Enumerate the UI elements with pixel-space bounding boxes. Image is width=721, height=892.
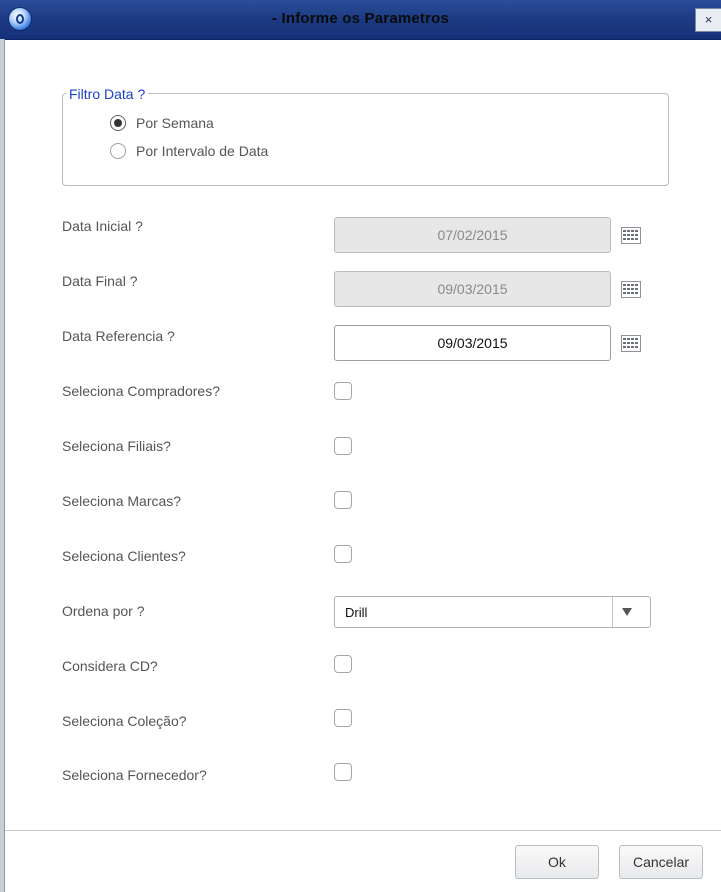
ok-button[interactable]: Ok	[515, 845, 599, 879]
calendar-icon[interactable]	[621, 281, 641, 298]
label-data-inicial: Data Inicial ?	[62, 218, 143, 234]
filter-date-legend: Filtro Data ?	[66, 86, 149, 102]
label-data-referencia: Data Referencia ?	[62, 328, 175, 344]
checkbox-seleciona-colecao[interactable]	[334, 709, 352, 727]
cancel-button[interactable]: Cancelar	[619, 845, 703, 879]
radio-por-semana[interactable]: Por Semana	[110, 113, 214, 133]
checkbox-seleciona-compradores[interactable]	[334, 382, 352, 400]
ordena-por-value: Drill	[345, 605, 368, 620]
label-ordena-por: Ordena por ?	[62, 603, 145, 619]
checkbox-seleciona-fornecedor[interactable]	[334, 763, 352, 781]
radio-label-por-intervalo: Por Intervalo de Data	[136, 143, 269, 159]
data-referencia-input[interactable]: 09/03/2015	[334, 325, 611, 361]
checkbox-seleciona-marcas[interactable]	[334, 491, 352, 509]
data-final-input[interactable]: 09/03/2015	[334, 271, 611, 307]
radio-label-por-semana: Por Semana	[136, 115, 214, 131]
radio-por-intervalo[interactable]: Por Intervalo de Data	[110, 141, 268, 161]
label-seleciona-colecao: Seleciona Coleção?	[62, 713, 187, 729]
label-seleciona-filiais: Seleciona Filiais?	[62, 438, 171, 454]
checkbox-considera-cd[interactable]	[334, 655, 352, 673]
calendar-icon[interactable]	[621, 335, 641, 352]
parameters-dialog: - Informe os Parametros × Filtro Data ? …	[0, 0, 721, 892]
checkbox-seleciona-filiais[interactable]	[334, 437, 352, 455]
label-data-final: Data Final ?	[62, 273, 138, 289]
label-seleciona-marcas: Seleciona Marcas?	[62, 493, 182, 509]
label-considera-cd: Considera CD?	[62, 658, 158, 674]
radio-button-checked[interactable]	[110, 115, 126, 131]
label-seleciona-clientes: Seleciona Clientes?	[62, 548, 186, 564]
window-left-border	[0, 39, 5, 892]
ordena-por-select[interactable]: Drill	[334, 596, 651, 628]
checkbox-seleciona-clientes[interactable]	[334, 545, 352, 563]
label-seleciona-compradores: Seleciona Compradores?	[62, 383, 220, 399]
close-button[interactable]: ×	[695, 8, 721, 32]
chevron-down-icon[interactable]	[622, 608, 632, 616]
label-seleciona-fornecedor: Seleciona Fornecedor?	[62, 767, 207, 783]
window-title: - Informe os Parametros	[271, 10, 450, 27]
calendar-icon[interactable]	[621, 227, 641, 244]
radio-button-unchecked[interactable]	[110, 143, 126, 159]
footer-divider	[5, 830, 721, 831]
select-divider	[612, 597, 613, 627]
filter-date-group	[62, 93, 669, 186]
title-bar[interactable]: - Informe os Parametros ×	[0, 0, 721, 40]
data-inicial-input[interactable]: 07/02/2015	[334, 217, 611, 253]
